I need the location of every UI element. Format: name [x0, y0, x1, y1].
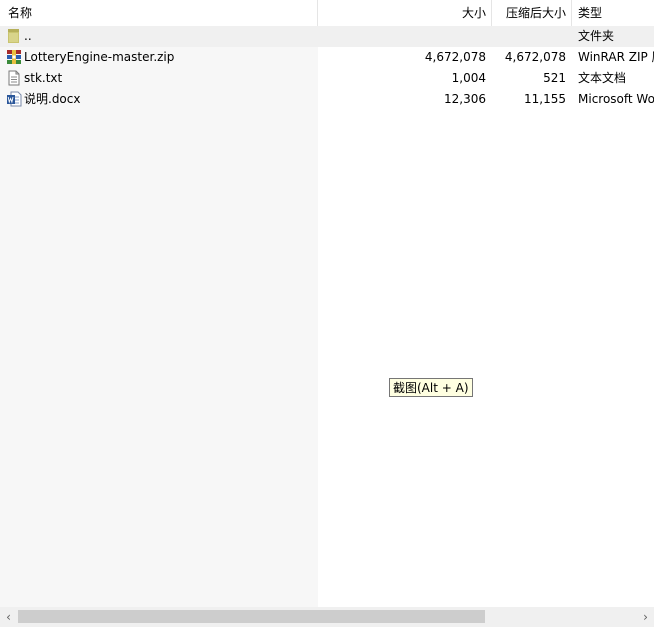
file-size: 1,004: [451, 71, 486, 85]
word-document-icon: [7, 91, 22, 107]
file-name: ..: [24, 29, 32, 43]
file-size: 12,306: [444, 92, 486, 106]
column-header: 名称 ^ 大小 压缩后大小 类型: [0, 0, 654, 26]
list-item-file[interactable]: LotteryEngine-master.zip 4,672,078 4,672…: [0, 47, 654, 68]
list-item-parent-folder[interactable]: .. 文件夹: [0, 26, 654, 47]
name-column-background: [0, 26, 318, 607]
file-packed-size: 11,155: [524, 92, 566, 106]
file-type: 文件夹: [578, 29, 615, 43]
column-header-packed-size[interactable]: 压缩后大小: [492, 0, 566, 26]
file-packed-size: [492, 26, 566, 47]
list-item-file[interactable]: 说明.docx 12,306 11,155 Microsoft Word 文档: [0, 89, 654, 110]
horizontal-scrollbar[interactable]: ‹ ›: [0, 607, 654, 627]
file-name: 说明.docx: [24, 92, 81, 106]
file-size: 4,672,078: [424, 50, 486, 64]
folder-up-icon: [8, 29, 19, 43]
column-header-type[interactable]: 类型: [578, 0, 654, 26]
column-divider[interactable]: [571, 0, 572, 26]
file-type: WinRAR ZIP 压缩文件: [578, 50, 654, 64]
file-packed-size: 521: [543, 71, 566, 85]
tooltip: 截图(Alt + A): [389, 378, 473, 397]
sort-ascending-icon: ^: [156, 0, 166, 8]
scrollbar-thumb[interactable]: [18, 610, 485, 623]
file-name: stk.txt: [24, 71, 63, 85]
file-packed-size: 4,672,078: [504, 50, 566, 64]
scroll-left-icon[interactable]: ‹: [0, 607, 17, 627]
file-list: 名称 ^ 大小 压缩后大小 类型 .. 文件夹 LotteryEngine-ma…: [0, 0, 654, 607]
file-size: [318, 26, 486, 47]
file-name: LotteryEngine-master.zip: [24, 50, 175, 64]
file-type: Microsoft Word 文档: [578, 92, 654, 106]
scroll-right-icon[interactable]: ›: [637, 607, 654, 627]
winrar-archive-icon: [7, 50, 21, 64]
file-type: 文本文档: [578, 71, 627, 85]
list-item-file[interactable]: stk.txt 1,004 521 文本文档: [0, 68, 654, 89]
text-file-icon: [8, 70, 20, 86]
column-header-size[interactable]: 大小: [318, 0, 486, 26]
